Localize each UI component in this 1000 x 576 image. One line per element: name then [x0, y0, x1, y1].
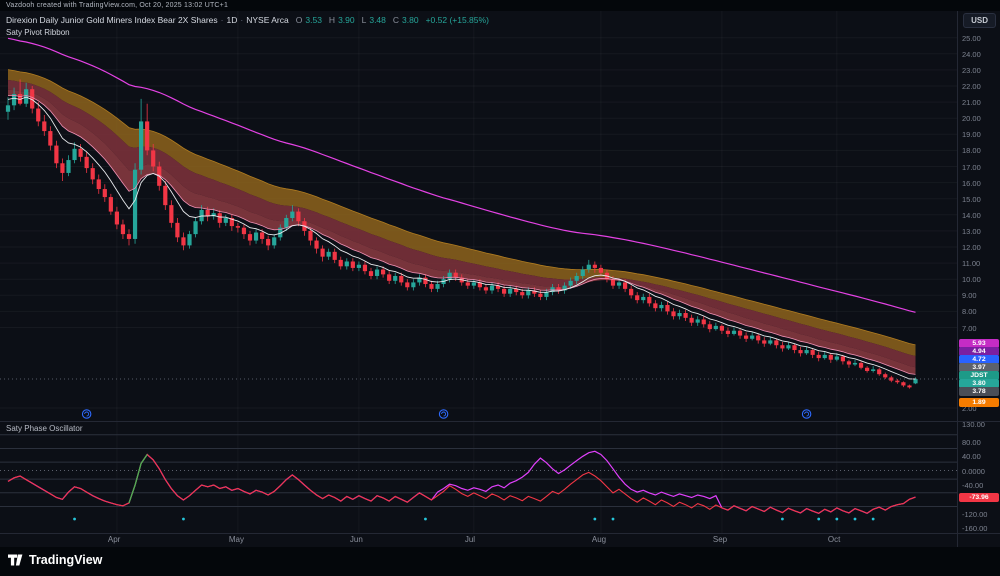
price-tick-label: 16.00 [962, 178, 981, 188]
event-marker[interactable] [438, 409, 449, 419]
watermark-text: Vazdooh created with TradingView.com, Oc… [6, 2, 229, 9]
high-value: 3.90 [338, 15, 355, 25]
close-label: C [392, 15, 400, 25]
month-label: Oct [827, 535, 841, 544]
price-tick-label: 18.00 [962, 146, 981, 156]
watermark-bar: Vazdooh created with TradingView.com, Oc… [0, 0, 1000, 11]
price-tick-label: 9.00 [962, 291, 977, 301]
exchange-label[interactable]: NYSE Arca [246, 15, 289, 25]
oscillator-pane-graphics [0, 421, 957, 533]
oscillator-tick-label: -120.00 [962, 509, 988, 519]
tradingview-logo[interactable]: TradingView [8, 552, 102, 568]
tradingview-logo-text: TradingView [29, 553, 103, 567]
legend-separator: · [220, 15, 224, 25]
change-value: +0.52 (+15.85%) [425, 15, 489, 25]
oscillator-tick-label: 80.00 [962, 437, 981, 447]
price-tick-label: 7.00 [962, 323, 977, 333]
symbol-title[interactable]: Direxion Daily Junior Gold Miners Index … [6, 15, 218, 25]
legend-separator: · [240, 15, 244, 25]
oscillator-tick-label: 130.00 [962, 420, 985, 429]
month-label: Jun [349, 535, 363, 544]
month-label: Sep [712, 535, 728, 544]
price-tick-label: 23.00 [962, 65, 981, 75]
price-label-chip: 1.89 [959, 398, 999, 407]
oscillator-tick-label: -40.00 [962, 480, 984, 490]
chart-legend: Direxion Daily Junior Gold Miners Index … [6, 15, 489, 37]
oscillator-tick-label: 40.00 [962, 452, 981, 462]
price-tick-label: 19.00 [962, 130, 981, 140]
open-label: O [295, 15, 303, 25]
oscillator-tick-label: 0.0000 [962, 466, 985, 476]
price-tick-label: 25.00 [962, 33, 981, 43]
close-value: 3.80 [402, 15, 419, 25]
price-axis[interactable]: 25.00 24.00 23.00 22.00 21.00 20.00 19.00 18.00… [957, 11, 1000, 547]
price-tick-label: 11.00 [962, 259, 981, 269]
price-tick-label: 13.00 [962, 226, 981, 236]
month-label: Jul [464, 535, 476, 544]
price-tick-label: 22.00 [962, 82, 981, 91]
month-label: May [228, 535, 245, 544]
timeframe-label[interactable]: 1D [227, 15, 238, 25]
price-tick-label: 21.00 [962, 98, 981, 108]
currency-button[interactable]: USD [963, 13, 996, 28]
tradingview-chart-window: Vazdooh created with TradingView.com, Oc… [0, 0, 1000, 576]
price-label-chip: 3.78 [959, 387, 999, 396]
open-value: 3.53 [305, 15, 322, 25]
price-pane-graphics [0, 11, 957, 421]
month-label: Aug [591, 535, 607, 544]
oscillator-value-chip: -73.96 [959, 493, 999, 503]
price-tick-label: 10.00 [962, 275, 981, 285]
event-marker[interactable] [801, 409, 812, 419]
price-tick-label: 8.00 [962, 307, 977, 317]
oscillator-legend[interactable]: Saty Phase Oscillator [6, 424, 82, 433]
indicator-legend-row[interactable]: Saty Pivot Ribbon [6, 28, 489, 37]
price-tick-label: 12.00 [962, 243, 981, 252]
low-label: L [361, 15, 367, 25]
indicator-name[interactable]: Saty Pivot Ribbon [6, 28, 70, 37]
symbol-legend-row[interactable]: Direxion Daily Junior Gold Miners Index … [6, 15, 489, 25]
price-tick-label: 24.00 [962, 49, 981, 59]
time-axis[interactable]: Apr May Jun Jul Aug Sep Oct [0, 533, 957, 547]
high-label: H [328, 15, 336, 25]
oscillator-tick-label: -160.00 [962, 523, 988, 533]
chart-canvas[interactable] [0, 0, 957, 533]
pane-separator[interactable] [0, 421, 1000, 422]
tradingview-logo-icon [8, 554, 23, 566]
price-tick-label: 15.00 [962, 194, 981, 204]
month-label: Apr [107, 535, 121, 544]
event-marker[interactable] [81, 409, 92, 419]
branding-bar: TradingView [0, 547, 1000, 576]
price-tick-label: 17.00 [962, 162, 981, 172]
low-value: 3.48 [369, 15, 386, 25]
price-tick-label: 14.00 [962, 210, 981, 220]
price-tick-label: 20.00 [962, 114, 981, 124]
